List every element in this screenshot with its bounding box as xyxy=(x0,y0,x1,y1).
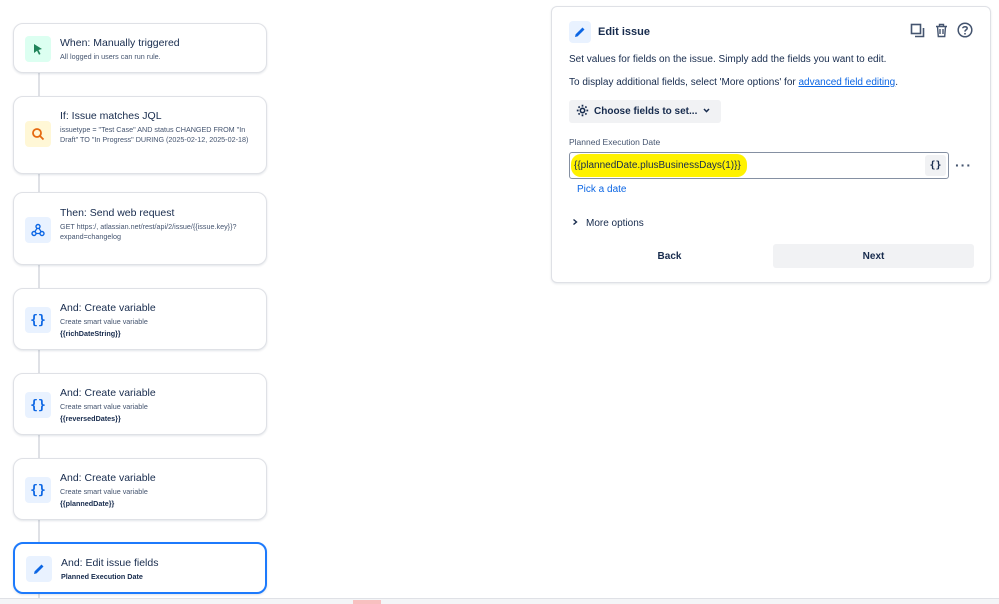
card-title: If: Issue matches JQL xyxy=(60,110,162,122)
desc-suffix: . xyxy=(895,77,899,88)
horizontal-scrollbar[interactable] xyxy=(0,598,999,604)
more-options-label: More options xyxy=(586,218,644,229)
card-subtitle: Planned Execution Date xyxy=(61,572,143,581)
copy-icon[interactable] xyxy=(908,21,926,39)
card-title: And: Create variable xyxy=(60,302,156,314)
card-subtitle: All logged in users can run rule. xyxy=(60,52,161,61)
advanced-field-editing-link[interactable]: advanced field editing xyxy=(799,77,896,88)
braces-icon: {} xyxy=(25,477,51,503)
scroll-marker xyxy=(353,600,381,604)
chevron-down-icon xyxy=(702,106,711,118)
delete-icon[interactable] xyxy=(932,21,950,39)
card-subtitle: issuetype = "Test Case" AND status CHANG… xyxy=(60,125,249,144)
webhook-icon xyxy=(25,217,51,243)
pencil-icon xyxy=(26,556,52,582)
braces-icon: {} xyxy=(25,307,51,333)
help-icon[interactable] xyxy=(956,21,974,39)
search-icon xyxy=(25,121,51,147)
pick-date-link[interactable]: Pick a date xyxy=(577,184,626,195)
card-variable-name: {{richDateString}} xyxy=(60,329,121,338)
field-value: {{plannedDate.plusBusinessDays(1)}} xyxy=(571,154,747,177)
pencil-icon xyxy=(569,21,591,43)
panel-actions xyxy=(908,21,974,39)
card-title: And: Create variable xyxy=(60,472,156,484)
smart-value-button[interactable]: {} xyxy=(925,155,946,176)
next-button[interactable]: Next xyxy=(773,244,974,268)
choose-fields-label: Choose fields to set... xyxy=(594,106,698,117)
more-options-toggle[interactable]: More options xyxy=(571,218,644,229)
choose-fields-button[interactable]: Choose fields to set... xyxy=(569,100,722,123)
card-variable-name: {{reversedDates}} xyxy=(60,414,121,423)
back-button[interactable]: Back xyxy=(569,244,770,268)
create-variable-card[interactable]: {} And: Create variable Create smart val… xyxy=(13,373,267,435)
desc-text: To display additional fields, select 'Mo… xyxy=(569,77,799,88)
edit-issue-card[interactable]: And: Edit issue fields Planned Execution… xyxy=(13,542,267,594)
card-title: When: Manually triggered xyxy=(60,37,180,49)
card-subtitle: Create smart value variable xyxy=(60,402,148,411)
chevron-right-icon xyxy=(571,218,579,229)
card-subtitle: Create smart value variable xyxy=(60,487,148,496)
panel-description-more: To display additional fields, select 'Mo… xyxy=(569,77,898,88)
planned-execution-date-input[interactable]: {{plannedDate.plusBusinessDays(1)}} {} xyxy=(569,152,949,179)
panel-header: Edit issue xyxy=(569,21,650,43)
braces-icon: {} xyxy=(25,392,51,418)
create-variable-card[interactable]: {} And: Create variable Create smart val… xyxy=(13,458,267,520)
card-variable-name: {{plannedDate}} xyxy=(60,499,115,508)
field-label: Planned Execution Date xyxy=(569,137,661,147)
trigger-card[interactable]: When: Manually triggered All logged in u… xyxy=(13,23,267,73)
cursor-click-icon xyxy=(25,36,51,62)
card-title: Then: Send web request xyxy=(60,207,175,219)
panel-title: Edit issue xyxy=(598,26,650,38)
panel-description: Set values for fields on the issue. Simp… xyxy=(569,54,887,65)
create-variable-card[interactable]: {} And: Create variable Create smart val… xyxy=(13,288,267,350)
more-actions-icon[interactable]: ··· xyxy=(955,157,972,173)
web-request-card[interactable]: Then: Send web request GET https:/, atla… xyxy=(13,192,267,265)
card-subtitle: GET https:/, atlassian.net/rest/api/2/is… xyxy=(60,222,237,241)
gear-icon xyxy=(576,104,589,120)
edit-issue-panel: Edit issue Set values for fields on the … xyxy=(551,6,991,283)
card-subtitle: Create smart value variable xyxy=(60,317,148,326)
card-title: And: Create variable xyxy=(60,387,156,399)
card-title: And: Edit issue fields xyxy=(61,557,159,569)
condition-card[interactable]: If: Issue matches JQL issuetype = "Test … xyxy=(13,96,267,174)
